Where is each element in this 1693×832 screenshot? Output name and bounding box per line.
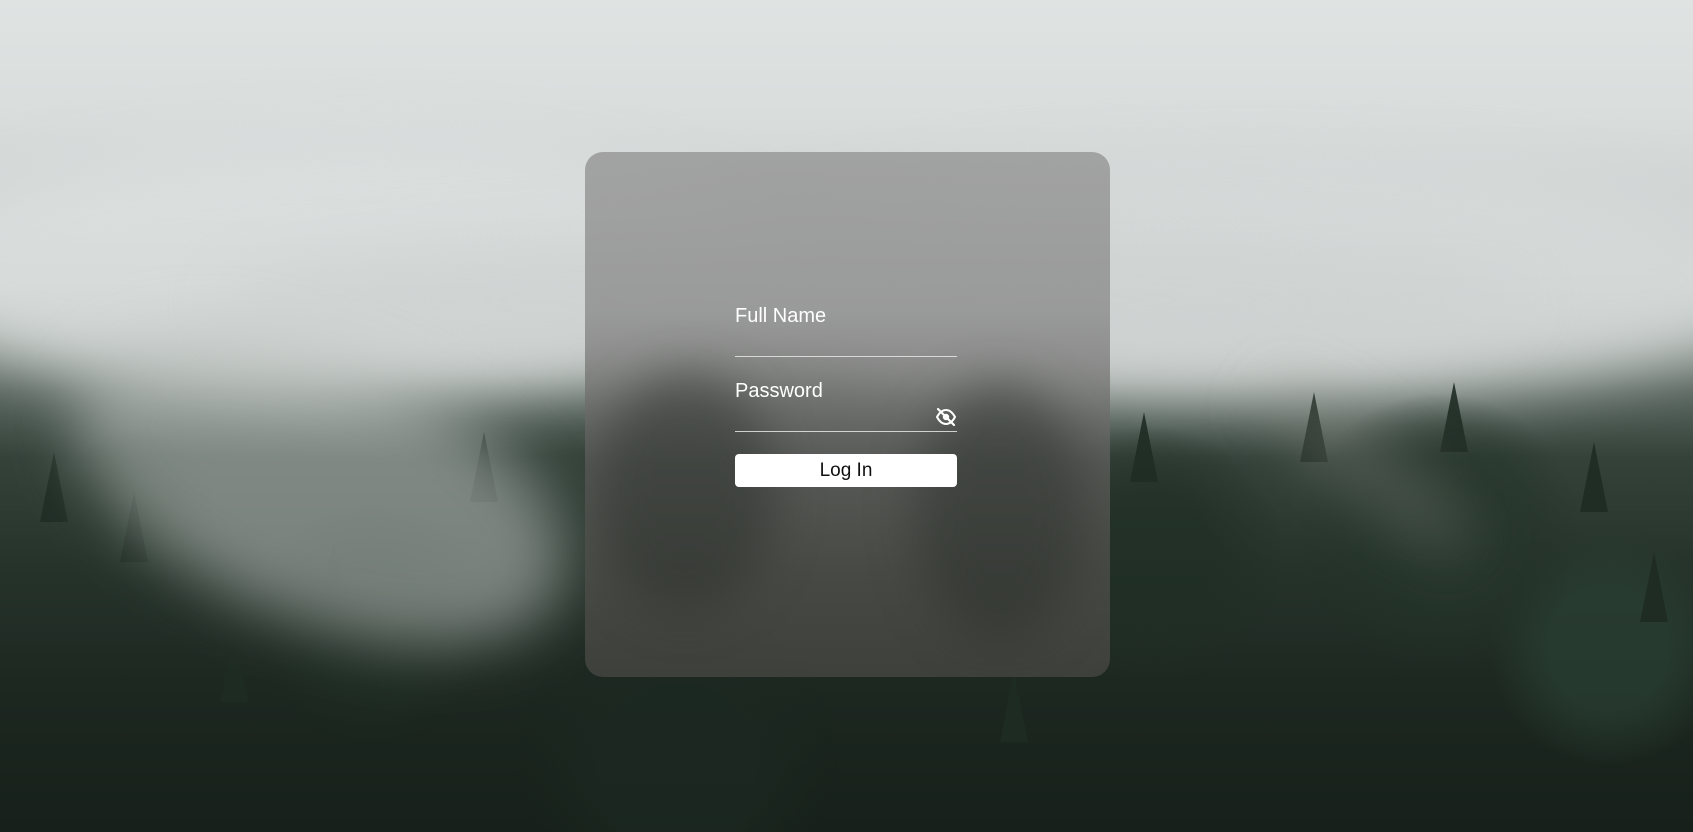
login-form: Full Name Password Log In bbox=[735, 304, 957, 487]
password-input[interactable] bbox=[735, 405, 939, 429]
password-field: Password bbox=[735, 379, 957, 432]
tree-shape bbox=[220, 632, 248, 702]
full-name-field: Full Name bbox=[735, 304, 957, 357]
login-card: Full Name Password Log In bbox=[585, 152, 1110, 677]
tree-shape bbox=[1640, 552, 1668, 622]
tree-shape bbox=[1580, 442, 1608, 512]
background-scene: Full Name Password Log In bbox=[0, 0, 1693, 832]
password-label: Password bbox=[735, 380, 823, 402]
tree-shape bbox=[1130, 412, 1158, 482]
full-name-label: Full Name bbox=[735, 305, 827, 327]
tree-shape bbox=[1000, 672, 1028, 742]
login-button[interactable]: Log In bbox=[735, 454, 957, 487]
tree-shape bbox=[40, 452, 68, 522]
full-name-input[interactable] bbox=[735, 330, 939, 354]
eye-off-icon[interactable] bbox=[935, 407, 957, 427]
tree-shape bbox=[1440, 382, 1468, 452]
